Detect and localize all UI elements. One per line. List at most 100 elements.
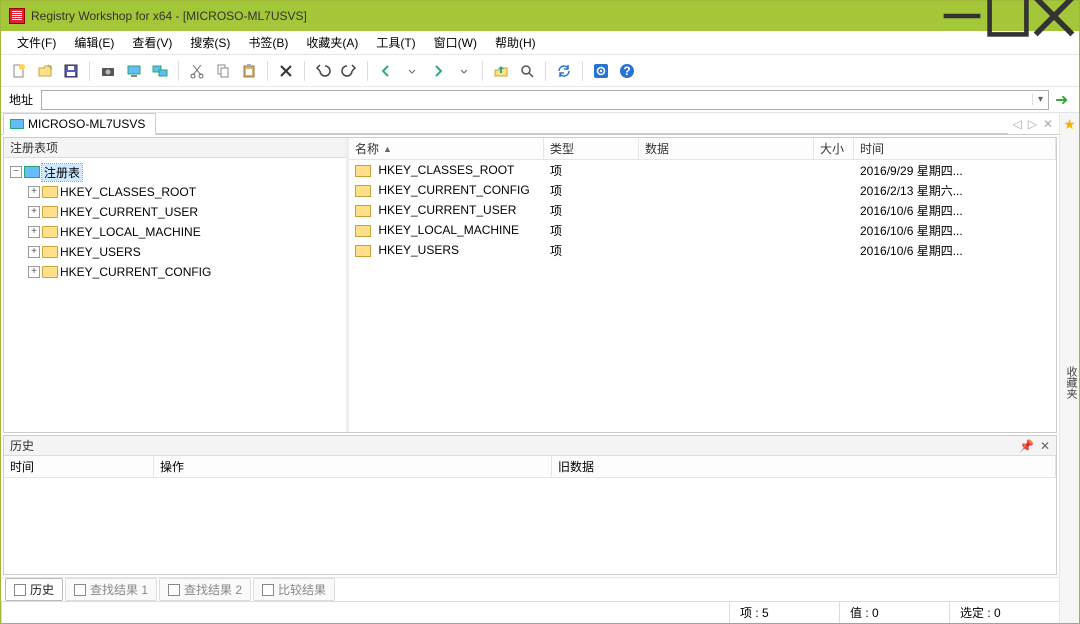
tab-label: MICROSO-ML7USVS [28,117,145,131]
tab-next-icon[interactable]: ▷ [1028,117,1037,131]
collapse-icon[interactable]: − [10,166,22,178]
up-icon[interactable] [489,59,513,83]
tree-item[interactable]: HKEY_LOCAL_MACHINE [60,225,201,239]
expand-icon[interactable]: + [28,206,40,218]
machine-tab[interactable]: MICROSO-ML7USVS [3,113,156,135]
status-selected: 选定 : 0 [949,602,1059,623]
app-icon [9,8,25,24]
undo-icon[interactable] [311,59,335,83]
folder-icon [355,165,371,177]
col-name[interactable]: 名称▲ [349,138,544,159]
hist-col-old[interactable]: 旧数据 [552,456,1056,477]
btab-find2[interactable]: 查找结果 2 [159,578,251,601]
btab-find1[interactable]: 查找结果 1 [65,578,157,601]
address-input[interactable] [42,91,1032,109]
find-icon[interactable] [515,59,539,83]
remote-icon[interactable] [148,59,172,83]
paste-icon[interactable] [237,59,261,83]
folder-icon [355,185,371,197]
list-row[interactable]: HKEY_CLASSES_ROOT项2016/9/29 星期四... [349,160,1056,180]
computer-icon [24,166,40,178]
tab-prev-icon[interactable]: ◁ [1012,117,1021,131]
monitor-icon [10,119,24,129]
maximize-button[interactable] [985,1,1031,31]
menu-edit[interactable]: 编辑(E) [66,32,122,53]
close-button[interactable] [1031,1,1077,31]
window-title: Registry Workshop for x64 - [MICROSO-ML7… [31,9,939,23]
address-combo[interactable]: ▾ [41,90,1049,110]
tree-item[interactable]: HKEY_CURRENT_CONFIG [60,265,211,279]
history-title: 历史 [10,437,34,454]
save-icon[interactable] [59,59,83,83]
address-dropdown-icon[interactable]: ▾ [1032,94,1048,105]
btab-compare[interactable]: 比较结果 [253,578,335,601]
address-label: 地址 [7,91,35,108]
folder-icon [42,206,58,218]
back-icon[interactable] [374,59,398,83]
history-body[interactable] [4,478,1056,574]
refresh-icon[interactable] [552,59,576,83]
doc-icon [262,584,274,596]
settings-icon[interactable] [589,59,613,83]
doc-icon [74,584,86,596]
open-icon[interactable] [33,59,57,83]
col-time[interactable]: 时间 [854,138,1056,159]
folder-icon [42,246,58,258]
local-icon[interactable] [122,59,146,83]
favorites-toggle[interactable]: ★ [1059,113,1079,135]
sort-asc-icon: ▲ [383,144,392,154]
menu-window[interactable]: 窗口(W) [426,32,485,53]
registry-tree[interactable]: − 注册表 + HKEY_CLASSES_ROOT + HKEY_CURRENT_US… [4,158,346,432]
back-drop-icon[interactable] [400,59,424,83]
tree-pane: 注册表项 − 注册表 +HKEY_CLASSES_ROOT+HKEY_CURRE… [4,138,349,432]
menu-search[interactable]: 搜索(S) [182,32,238,53]
btab-history[interactable]: 历史 [5,578,63,601]
hist-col-time[interactable]: 时间 [4,456,154,477]
col-size[interactable]: 大小 [814,138,854,159]
help-icon[interactable]: ? [615,59,639,83]
menu-view[interactable]: 查看(V) [124,32,180,53]
tree-root[interactable]: 注册表 [42,164,82,181]
expand-icon[interactable]: + [28,226,40,238]
menu-help[interactable]: 帮助(H) [487,32,544,53]
folder-icon [355,245,371,257]
delete-icon[interactable] [274,59,298,83]
minimize-button[interactable] [939,1,985,31]
folder-icon [42,266,58,278]
history-pane: 历史 📌 ✕ 时间 操作 旧数据 [3,435,1057,575]
list-body[interactable]: HKEY_CLASSES_ROOT项2016/9/29 星期四... HKEY_… [349,160,1056,432]
titlebar[interactable]: Registry Workshop for x64 - [MICROSO-ML7… [1,1,1079,31]
menubar: 文件(F) 编辑(E) 查看(V) 搜索(S) 书签(B) 收藏夹(A) 工具(… [1,31,1079,55]
list-row[interactable]: HKEY_USERS项2016/10/6 星期四... [349,240,1056,260]
snapshot-icon[interactable] [96,59,120,83]
pin-icon[interactable]: 📌 [1019,439,1034,453]
menu-file[interactable]: 文件(F) [9,32,64,53]
col-type[interactable]: 类型 [544,138,639,159]
col-data[interactable]: 数据 [639,138,814,159]
menu-fav[interactable]: 收藏夹(A) [298,32,366,53]
menu-bookmark[interactable]: 书签(B) [240,32,296,53]
expand-icon[interactable]: + [28,266,40,278]
list-row[interactable]: HKEY_CURRENT_CONFIG项2016/2/13 星期六... [349,180,1056,200]
go-icon[interactable]: ➜ [1055,90,1073,110]
forward-drop-icon[interactable] [452,59,476,83]
hist-col-op[interactable]: 操作 [154,456,552,477]
redo-icon[interactable] [337,59,361,83]
new-icon[interactable] [7,59,31,83]
forward-icon[interactable] [426,59,450,83]
tree-item[interactable]: HKEY_USERS [60,245,141,259]
list-row[interactable]: HKEY_CURRENT_USER项2016/10/6 星期四... [349,200,1056,220]
list-row[interactable]: HKEY_LOCAL_MACHINE项2016/10/6 星期四... [349,220,1056,240]
expand-icon[interactable]: + [28,246,40,258]
folder-icon [355,205,371,217]
list-headers: 名称▲ 类型 数据 大小 时间 [349,138,1056,160]
tree-item[interactable]: HKEY_CURRENT_USER [60,205,198,219]
tree-item[interactable]: HKEY_CLASSES_ROOT [60,185,196,199]
expand-icon[interactable]: + [28,186,40,198]
history-close-icon[interactable]: ✕ [1040,439,1050,453]
copy-icon[interactable] [211,59,235,83]
cut-icon[interactable] [185,59,209,83]
favorites-sidebar[interactable]: 收藏夹 [1059,135,1079,623]
tab-close-icon[interactable]: ✕ [1043,117,1053,131]
menu-tools[interactable]: 工具(T) [368,32,423,53]
